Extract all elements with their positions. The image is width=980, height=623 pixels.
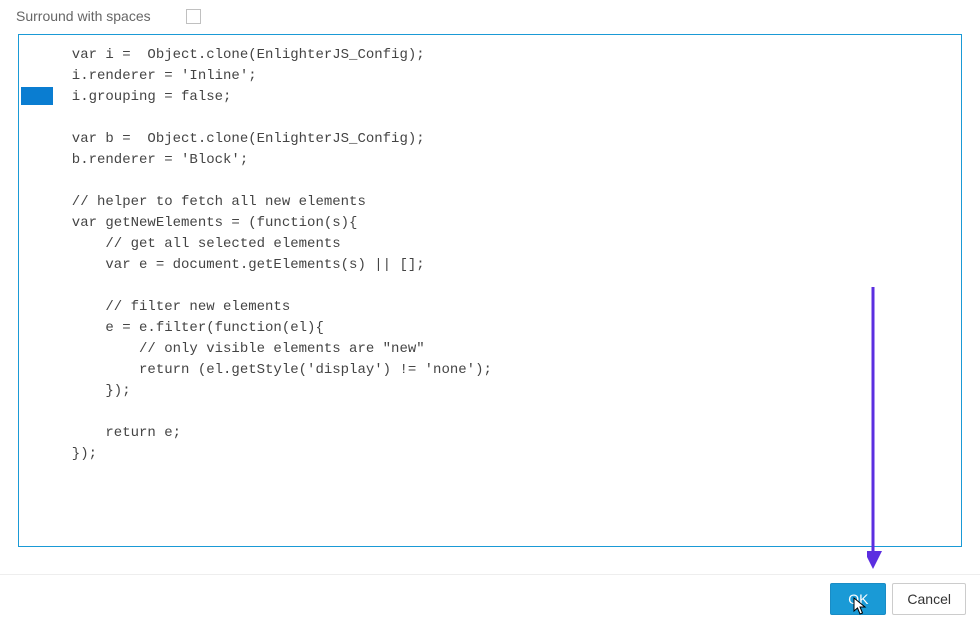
cancel-button[interactable]: Cancel	[892, 583, 966, 615]
mouse-pointer-icon	[852, 596, 870, 618]
surround-with-spaces-label: Surround with spaces	[16, 8, 151, 24]
code-line: return (el.getStyle('display') != 'none'…	[21, 360, 961, 381]
code-line: i.grouping = false;	[21, 87, 961, 108]
code-line: var e = document.getElements(s) || [];	[21, 255, 961, 276]
code-line	[21, 108, 961, 129]
code-line: // only visible elements are "new"	[21, 339, 961, 360]
code-line: return e;	[21, 423, 961, 444]
code-line: // helper to fetch all new elements	[21, 192, 961, 213]
code-line: var b = Object.clone(EnlighterJS_Config)…	[21, 129, 961, 150]
code-line: var i = Object.clone(EnlighterJS_Config)…	[21, 45, 961, 66]
code-content: var i = Object.clone(EnlighterJS_Config)…	[19, 35, 961, 465]
code-input[interactable]: var i = Object.clone(EnlighterJS_Config)…	[18, 34, 962, 547]
cancel-button-label: Cancel	[907, 591, 951, 607]
code-line: b.renderer = 'Block';	[21, 150, 961, 171]
surround-with-spaces-checkbox[interactable]	[186, 9, 201, 24]
ok-button[interactable]: OK	[830, 583, 886, 615]
code-line	[21, 171, 961, 192]
code-line: e = e.filter(function(el){	[21, 318, 961, 339]
code-line	[21, 402, 961, 423]
options-row: Surround with spaces	[0, 0, 980, 34]
code-line: i.renderer = 'Inline';	[21, 66, 961, 87]
dialog-footer: OK Cancel	[0, 574, 980, 623]
code-line	[21, 276, 961, 297]
code-line: // get all selected elements	[21, 234, 961, 255]
code-line: });	[21, 444, 961, 465]
code-line: var getNewElements = (function(s){	[21, 213, 961, 234]
code-line: // filter new elements	[21, 297, 961, 318]
code-line: });	[21, 381, 961, 402]
